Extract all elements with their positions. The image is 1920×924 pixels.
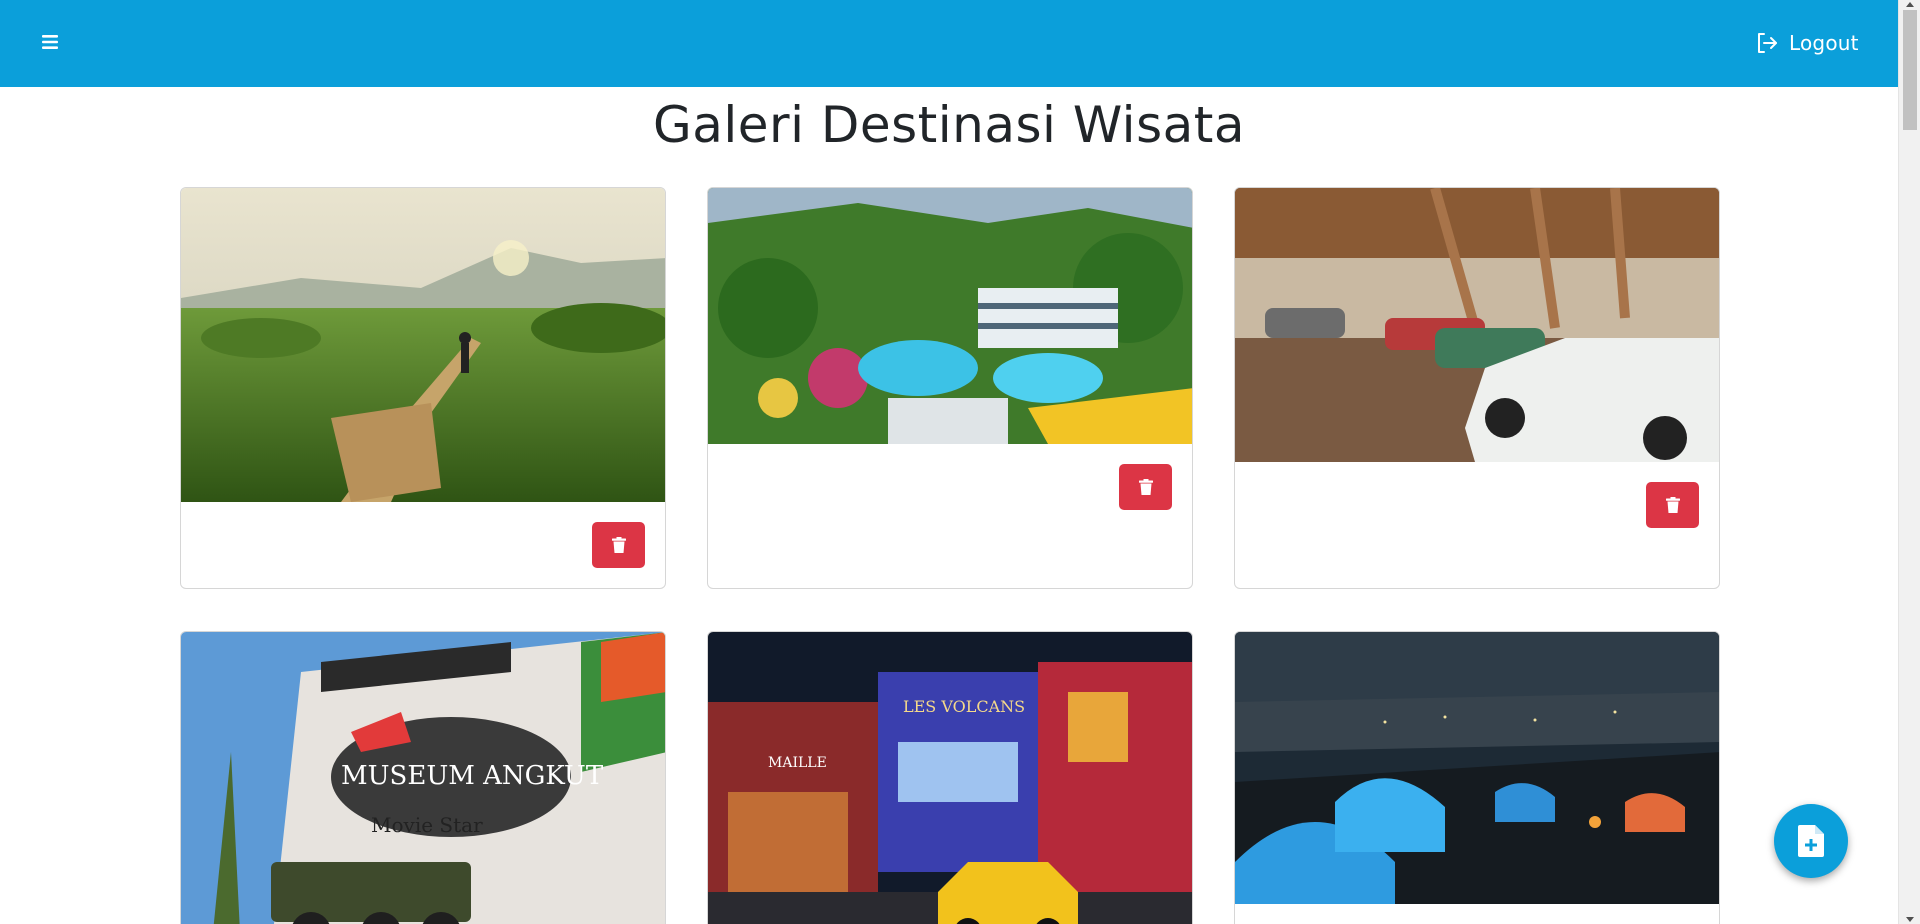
gallery-card (707, 187, 1193, 589)
logout-icon (1758, 33, 1777, 53)
gallery-image[interactable]: LES VOLCANS MAILLE (708, 632, 1192, 924)
delete-button[interactable] (1119, 464, 1172, 510)
sign-subtext: Movie Star (371, 813, 483, 837)
scroll-down-arrow-icon[interactable] (1906, 917, 1914, 922)
delete-button[interactable] (592, 522, 645, 568)
trash-icon (1138, 479, 1153, 495)
trash-icon (611, 537, 626, 553)
gallery-card (1234, 631, 1720, 924)
gallery-card: MUSEUM ANGKUT Movie Star (180, 631, 666, 924)
sign-text: LES VOLCANS (903, 697, 1025, 716)
scroll-up-arrow-icon[interactable] (1906, 2, 1914, 7)
top-navbar: Logout (0, 0, 1898, 87)
file-plus-icon (1798, 825, 1824, 857)
hamburger-menu-button[interactable] (38, 30, 62, 54)
trash-icon (1665, 497, 1680, 513)
scrollbar-thumb[interactable] (1903, 10, 1917, 130)
sign-subtext: MAILLE (768, 755, 827, 771)
logout-label: Logout (1789, 31, 1859, 55)
hamburger-icon (42, 35, 58, 49)
gallery-card: LES VOLCANS MAILLE (707, 631, 1193, 924)
sign-text: MUSEUM ANGKUT (341, 761, 604, 791)
gallery-card (180, 187, 666, 589)
gallery-image[interactable] (1235, 632, 1719, 904)
page-scrollbar[interactable] (1898, 0, 1920, 924)
gallery-image[interactable] (1235, 188, 1719, 462)
delete-button[interactable] (1646, 482, 1699, 528)
add-destination-button[interactable] (1774, 804, 1848, 878)
gallery-image[interactable] (181, 188, 665, 502)
gallery-image[interactable] (708, 188, 1192, 444)
logout-link[interactable]: Logout (1755, 27, 1859, 59)
page-title: Galeri Destinasi Wisata (652, 96, 1246, 154)
gallery-image[interactable]: MUSEUM ANGKUT Movie Star (181, 632, 665, 924)
gallery-card (1234, 187, 1720, 589)
